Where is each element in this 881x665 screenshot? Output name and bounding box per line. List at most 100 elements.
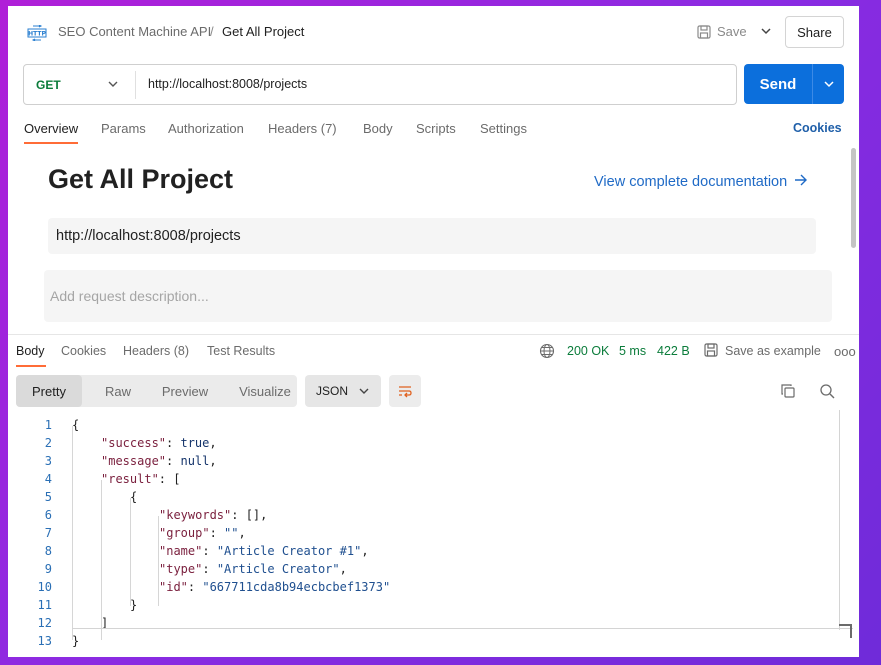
header-bar: HTTP SEO Content Machine API / Get All P… [8, 6, 859, 58]
line-number: 7 [44, 526, 52, 540]
code-line: 2 "success": true, [8, 434, 839, 452]
response-time[interactable]: 5 ms [619, 344, 646, 358]
response-active-tab-indicator [16, 365, 46, 367]
view-pretty-button[interactable]: Pretty [16, 375, 82, 407]
arrow-right-icon [795, 174, 808, 186]
code-line: 4 "result": [ [8, 470, 839, 488]
breadcrumb-request[interactable]: Get All Project [222, 24, 304, 39]
code-line: 10 "id": "667711cda8b94ecbcbef1373" [8, 578, 839, 596]
tab-overview[interactable]: Overview [24, 121, 78, 136]
share-button[interactable]: Share [785, 16, 844, 48]
search-icon[interactable] [819, 383, 835, 399]
response-tab-body[interactable]: Body [16, 344, 45, 358]
view-documentation-label: View complete documentation [594, 174, 788, 190]
overview-url-box: http://localhost:8008/projects [48, 218, 816, 254]
chevron-down-icon [823, 81, 834, 88]
line-number: 2 [44, 436, 52, 450]
line-number: 11 [37, 598, 52, 612]
response-divider [8, 334, 859, 335]
more-icon[interactable]: ooo [834, 344, 856, 359]
response-tab-headers[interactable]: Headers (8) [123, 344, 189, 358]
wrap-lines-button[interactable] [389, 375, 421, 407]
response-tab-cookies[interactable]: Cookies [61, 344, 106, 358]
code-text: "name": "Article Creator #1", [159, 544, 369, 558]
send-button-group: Send [744, 64, 844, 104]
line-number: 8 [44, 544, 52, 558]
overview-title: Get All Project [48, 164, 234, 194]
send-button[interactable]: Send [744, 64, 812, 104]
save-icon[interactable] [696, 24, 712, 40]
code-text: { [130, 490, 138, 504]
code-line: 5 { [8, 488, 839, 506]
line-number: 4 [44, 472, 52, 486]
url-input[interactable]: http://localhost:8008/projects [148, 77, 307, 91]
code-text: "group": "", [159, 526, 246, 540]
save-dropdown-button[interactable] [756, 20, 776, 42]
line-number: 6 [44, 508, 52, 522]
save-example-icon[interactable] [703, 342, 719, 358]
overview-url: http://localhost:8008/projects [56, 228, 241, 244]
code-line: 11 } [8, 596, 839, 614]
wrap-lines-icon [399, 386, 412, 398]
view-mode-group: Pretty Raw Preview Visualize [16, 375, 297, 407]
view-raw-button[interactable]: Raw [86, 375, 150, 407]
code-line: 8 "name": "Article Creator #1", [8, 542, 839, 560]
tab-headers[interactable]: Headers (7) [268, 121, 337, 136]
code-line: 12 ] [8, 614, 839, 632]
method-select[interactable]: GET [36, 78, 61, 92]
send-dropdown-button[interactable] [813, 64, 844, 104]
tab-settings[interactable]: Settings [480, 121, 527, 136]
code-text: "type": "Article Creator", [159, 562, 347, 576]
request-url-bar: GET http://localhost:8008/projects [23, 64, 737, 105]
cookies-link[interactable]: Cookies [793, 121, 842, 135]
description-placeholder: Add request description... [50, 288, 209, 304]
code-text: { [72, 418, 80, 432]
code-vertical-scrollbar[interactable] [839, 410, 852, 630]
code-text: } [130, 598, 138, 612]
code-text: "message": null, [101, 454, 217, 468]
chevron-down-icon [359, 388, 369, 394]
code-line: 1 { [8, 416, 839, 434]
response-size[interactable]: 422 B [657, 344, 690, 358]
view-documentation-link[interactable]: View complete documentation [594, 174, 808, 190]
code-text: } [72, 634, 80, 648]
code-line: 7 "group": "", [8, 524, 839, 542]
line-number: 5 [44, 490, 52, 504]
code-line: 6 "keywords": [], [8, 506, 839, 524]
line-number: 12 [37, 616, 52, 630]
view-visualize-button[interactable]: Visualize [224, 375, 306, 407]
tab-body[interactable]: Body [363, 121, 393, 136]
view-preview-button[interactable]: Preview [150, 375, 220, 407]
code-line: 9 "type": "Article Creator", [8, 560, 839, 578]
line-number: 1 [44, 418, 52, 432]
status-code[interactable]: 200 OK [567, 344, 609, 358]
active-tab-indicator [24, 142, 78, 144]
postman-window: HTTP SEO Content Machine API / Get All P… [8, 6, 859, 657]
scrollbar-corner [839, 624, 852, 638]
code-text: "keywords": [], [159, 508, 268, 522]
response-body-code[interactable]: 1 { 2 "success": true, 3 "message": null… [8, 410, 839, 657]
save-as-example-button[interactable]: Save as example [725, 344, 821, 358]
code-text: "id": "667711cda8b94ecbcbef1373" [159, 580, 391, 594]
http-icon: HTTP [27, 25, 47, 41]
description-field[interactable]: Add request description... [44, 270, 832, 322]
code-text: ] [101, 616, 109, 630]
breadcrumb-collection[interactable]: SEO Content Machine API [58, 24, 211, 39]
line-number: 13 [37, 634, 52, 648]
globe-icon[interactable] [539, 343, 555, 359]
overview-scrollbar[interactable] [851, 148, 856, 248]
save-button[interactable]: Save [717, 24, 747, 39]
chevron-down-icon[interactable] [106, 77, 120, 91]
chevron-down-icon [761, 28, 771, 35]
tab-authorization[interactable]: Authorization [168, 121, 244, 136]
breadcrumb-separator: / [210, 24, 214, 39]
code-text: "success": true, [101, 436, 217, 450]
response-tab-test-results[interactable]: Test Results [207, 344, 275, 358]
tab-scripts[interactable]: Scripts [416, 121, 456, 136]
line-number: 9 [44, 562, 52, 576]
line-number: 10 [37, 580, 52, 594]
format-select[interactable]: JSON [305, 375, 381, 407]
code-horizontal-scrollbar[interactable] [72, 628, 853, 629]
tab-params[interactable]: Params [101, 121, 146, 136]
copy-icon[interactable] [780, 383, 796, 399]
